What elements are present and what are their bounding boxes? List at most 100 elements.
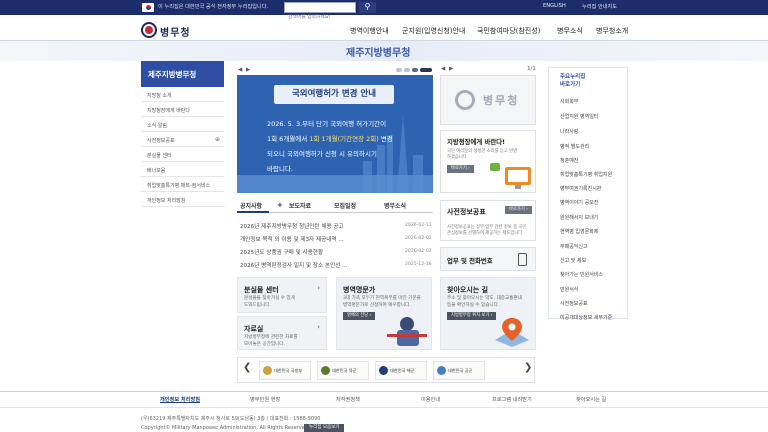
box-desc: 분실물을 찾아가실 수 있게 (244, 296, 295, 301)
quick-item[interactable]: 산업지원 병역일터 (560, 113, 598, 120)
lnb-item-disclosure[interactable]: 사전정보공표 ⊕ (141, 133, 224, 147)
lnb-item-banners[interactable]: 배너모음 (141, 163, 224, 177)
partner-logo-mnd[interactable]: 대한민국 국방부 (259, 361, 311, 380)
expand-icon[interactable]: ⊕ (215, 136, 220, 143)
tab-news[interactable]: 병무소식 (384, 201, 406, 210)
slider-dot[interactable] (404, 68, 410, 72)
archive-box[interactable]: 자료실 › 지방병무청에 관련한 자료를 모아놓은 공간입니다. (237, 316, 327, 350)
footer-link-download[interactable]: 프로그램 내려받기 (492, 396, 532, 403)
disclosure-go-button[interactable]: 바로가기 › (505, 206, 532, 214)
quick-item[interactable]: 병적 별도관리 (560, 143, 589, 150)
slider-pause-button[interactable] (420, 68, 432, 72)
gov-notice-bar: 이 누리집은 대한민국 공식 전자정부 누리집입니다. ⚲ ENGLISH 누리… (0, 0, 768, 22)
box-title: 업무 및 전화번호 (447, 257, 493, 265)
quick-item[interactable]: 신고 및 제보 (560, 257, 586, 264)
mma-logo-icon[interactable] (141, 22, 157, 38)
slider-dot[interactable] (396, 68, 402, 72)
partner-next-button[interactable]: ❯ (524, 362, 532, 373)
quick-item[interactable]: 취업맞춤특기병 취업지원 (560, 171, 612, 178)
search-input[interactable] (285, 13, 355, 22)
footer-link-directions[interactable]: 찾아오시는 길 (576, 396, 606, 403)
news-item[interactable]: 개인정보 목적 외 이용 및 제3자 제공내역 ... (240, 235, 344, 243)
news-item[interactable]: 2025년도 상품권 구매 및 사용현황 (240, 248, 323, 256)
news-title[interactable]: 2026년 병역판정검사 일지 및 장소 본인선 ... (240, 263, 347, 269)
news-date: 2026-02-02 (405, 236, 432, 241)
search-icon[interactable]: ⚲ (359, 2, 376, 13)
quick-item[interactable]: 병역이야기 공모전 (560, 199, 598, 206)
quick-item[interactable]: 부패공익신고 (560, 243, 588, 250)
lnb-item-job[interactable]: 취업맞춤특기병 매트-컴서비스 (141, 178, 224, 192)
disclosure-box[interactable]: 사전정보공표 바로가기 › 사전정보공표는 정부 업무 관련 정보 중 국민 관… (440, 200, 536, 241)
slider-prev-button[interactable]: ◀ (238, 67, 242, 73)
honor-hall-button[interactable]: 명예의 전당 › (343, 312, 376, 320)
slider-dot-active[interactable] (412, 68, 418, 72)
tab-recruit[interactable]: 모집일정 (334, 201, 356, 210)
lost-center-box[interactable]: 분실물 센터 › 분실물을 찾아가실 수 있게 도와드립니다. (237, 277, 327, 313)
airforce-emblem-icon (437, 366, 446, 375)
quick-item[interactable]: 병무여권기록진시관 (560, 185, 601, 192)
directions-box[interactable]: 찾아오시는 길 주소 및 찾아오시는 약도, 대중교통편내 등을 확인하실 수 … (440, 277, 536, 350)
lnb-item-lost[interactable]: 분실물 센터 (141, 148, 224, 162)
banner-text: 변경 (378, 135, 393, 143)
english-link[interactable]: ENGLISH (543, 3, 566, 9)
quick-item[interactable]: 민원서식 (560, 286, 578, 293)
tab-press[interactable]: 보도자료 (289, 201, 311, 210)
lnb-item-privacy[interactable]: 개인정보 처리방침 (141, 193, 224, 207)
footer-link-copyright[interactable]: 저작권정책 (336, 396, 360, 403)
right-prev-button[interactable]: ◀ (441, 66, 445, 72)
banner-line: 바랍니다. (267, 165, 293, 173)
banner-title: 국외여행허가 변경 안내 (274, 85, 394, 104)
quick-item[interactable]: 사전정보공표 (560, 300, 588, 307)
gnb-item-about[interactable]: 병무청소개 (596, 26, 628, 36)
right-next-button[interactable]: ▶ (449, 66, 453, 72)
tab-more-icon[interactable]: + (277, 201, 283, 209)
quick-item[interactable]: 사회복무 (560, 98, 578, 105)
gnb-item-service[interactable]: 병역이행안내 (350, 26, 389, 36)
petition-go-button[interactable]: 바로가기 › (447, 165, 474, 173)
news-title[interactable]: 개인정보 목적 외 이용 및 제3자 제공내역 ... (240, 237, 344, 243)
news-title[interactable]: 2026년 제주지방병무청 청년인턴 채용 공고 (240, 224, 344, 230)
sitemap-link[interactable]: 누리집 안내지도 (582, 3, 617, 10)
partner-logo-navy[interactable]: 대한민국 해군 (375, 361, 427, 380)
lnb-item-petition[interactable]: 지방청장에게 바란다 (141, 103, 224, 117)
honor-family-box[interactable]: 병역명문가 3대 가족 모두가 현역복무를 마친 가문을 병역명문가로 선정하여… (336, 277, 432, 350)
phone-directory-box[interactable]: 업무 및 전화번호 (440, 247, 536, 271)
location-button[interactable]: 지방병무청 위치 보기 › (447, 312, 497, 320)
gnb-item-participation[interactable]: 국민참여마당(참진성) (477, 26, 540, 36)
right-page-indicator: 1/1 (527, 66, 536, 72)
footer-link-privacy[interactable]: 개인정보 처리방침 (160, 396, 200, 403)
family-sites-button[interactable]: 누리집 모음보기 (304, 424, 345, 432)
mma-logo-banner[interactable]: 병무청 (440, 75, 536, 125)
search-box[interactable] (284, 2, 356, 22)
footer-link-field[interactable]: 병무민원 현장 (250, 396, 280, 403)
quick-item[interactable]: 현역병 입영문화제 (560, 228, 598, 235)
partner-logo-airforce[interactable]: 대한민국 공군 (433, 361, 485, 380)
gnb-item-news[interactable]: 병무소식 (557, 26, 583, 36)
petition-box[interactable]: 지방청장에게 바란다! 국민 여러분의 생생한 소리를 듣고 반영 하겠습니다.… (440, 130, 536, 193)
main-banner[interactable]: 국외여행허가 변경 안내 2026. 5. 3.부터 단기 국외여행 허가기간이… (237, 75, 433, 193)
quick-item[interactable]: 청춘예찬 (560, 157, 578, 164)
footer-link-guide[interactable]: 이용안내 (421, 396, 440, 403)
partner-prev-button[interactable]: ❮ (243, 362, 251, 373)
quick-item[interactable]: 원원해서지 보내기 (560, 214, 598, 221)
news-item[interactable]: 2026년 병역판정검사 일지 및 장소 본인선 ... (240, 261, 347, 269)
tab-notice[interactable]: 공지사항 (240, 201, 262, 210)
partner-logo-army[interactable]: 대한민국 육군 (317, 361, 369, 380)
quick-item[interactable]: 찾아가는 민원서비스 (560, 271, 603, 278)
gnb-item-enlist[interactable]: 군지원(입영신청)안내 (402, 26, 465, 36)
lnb-item-intro[interactable]: 지방청 소개 (141, 88, 224, 102)
slider-next-button[interactable]: ▶ (246, 67, 250, 73)
news-item[interactable]: 2026년 제주지방병무청 청년인턴 채용 공고 (240, 222, 344, 230)
quick-item[interactable]: 미공개대상정보 세부기준 (560, 314, 612, 321)
news-title[interactable]: 2025년도 상품권 구매 및 사용현황 (240, 250, 323, 256)
news-date: 2026-02-02 (405, 249, 432, 254)
lnb-item-news[interactable]: 소식·알림 (141, 118, 224, 132)
lnb-item-label: 사전정보공표 (147, 138, 175, 144)
logo-text[interactable]: 병무청 (160, 24, 191, 39)
lnb-item-label: 지방청 소개 (147, 93, 172, 99)
quick-item[interactable]: 나라사랑 (560, 128, 578, 135)
right-logo-text: 병무청 (483, 94, 520, 107)
banner-line: 1회 6개월에서 1회 1개월(기간연장 2회) 변경 (267, 133, 393, 143)
lnb-item-label: 지방청장에게 바란다 (147, 108, 190, 114)
box-title: 사전정보공표 (447, 208, 486, 216)
